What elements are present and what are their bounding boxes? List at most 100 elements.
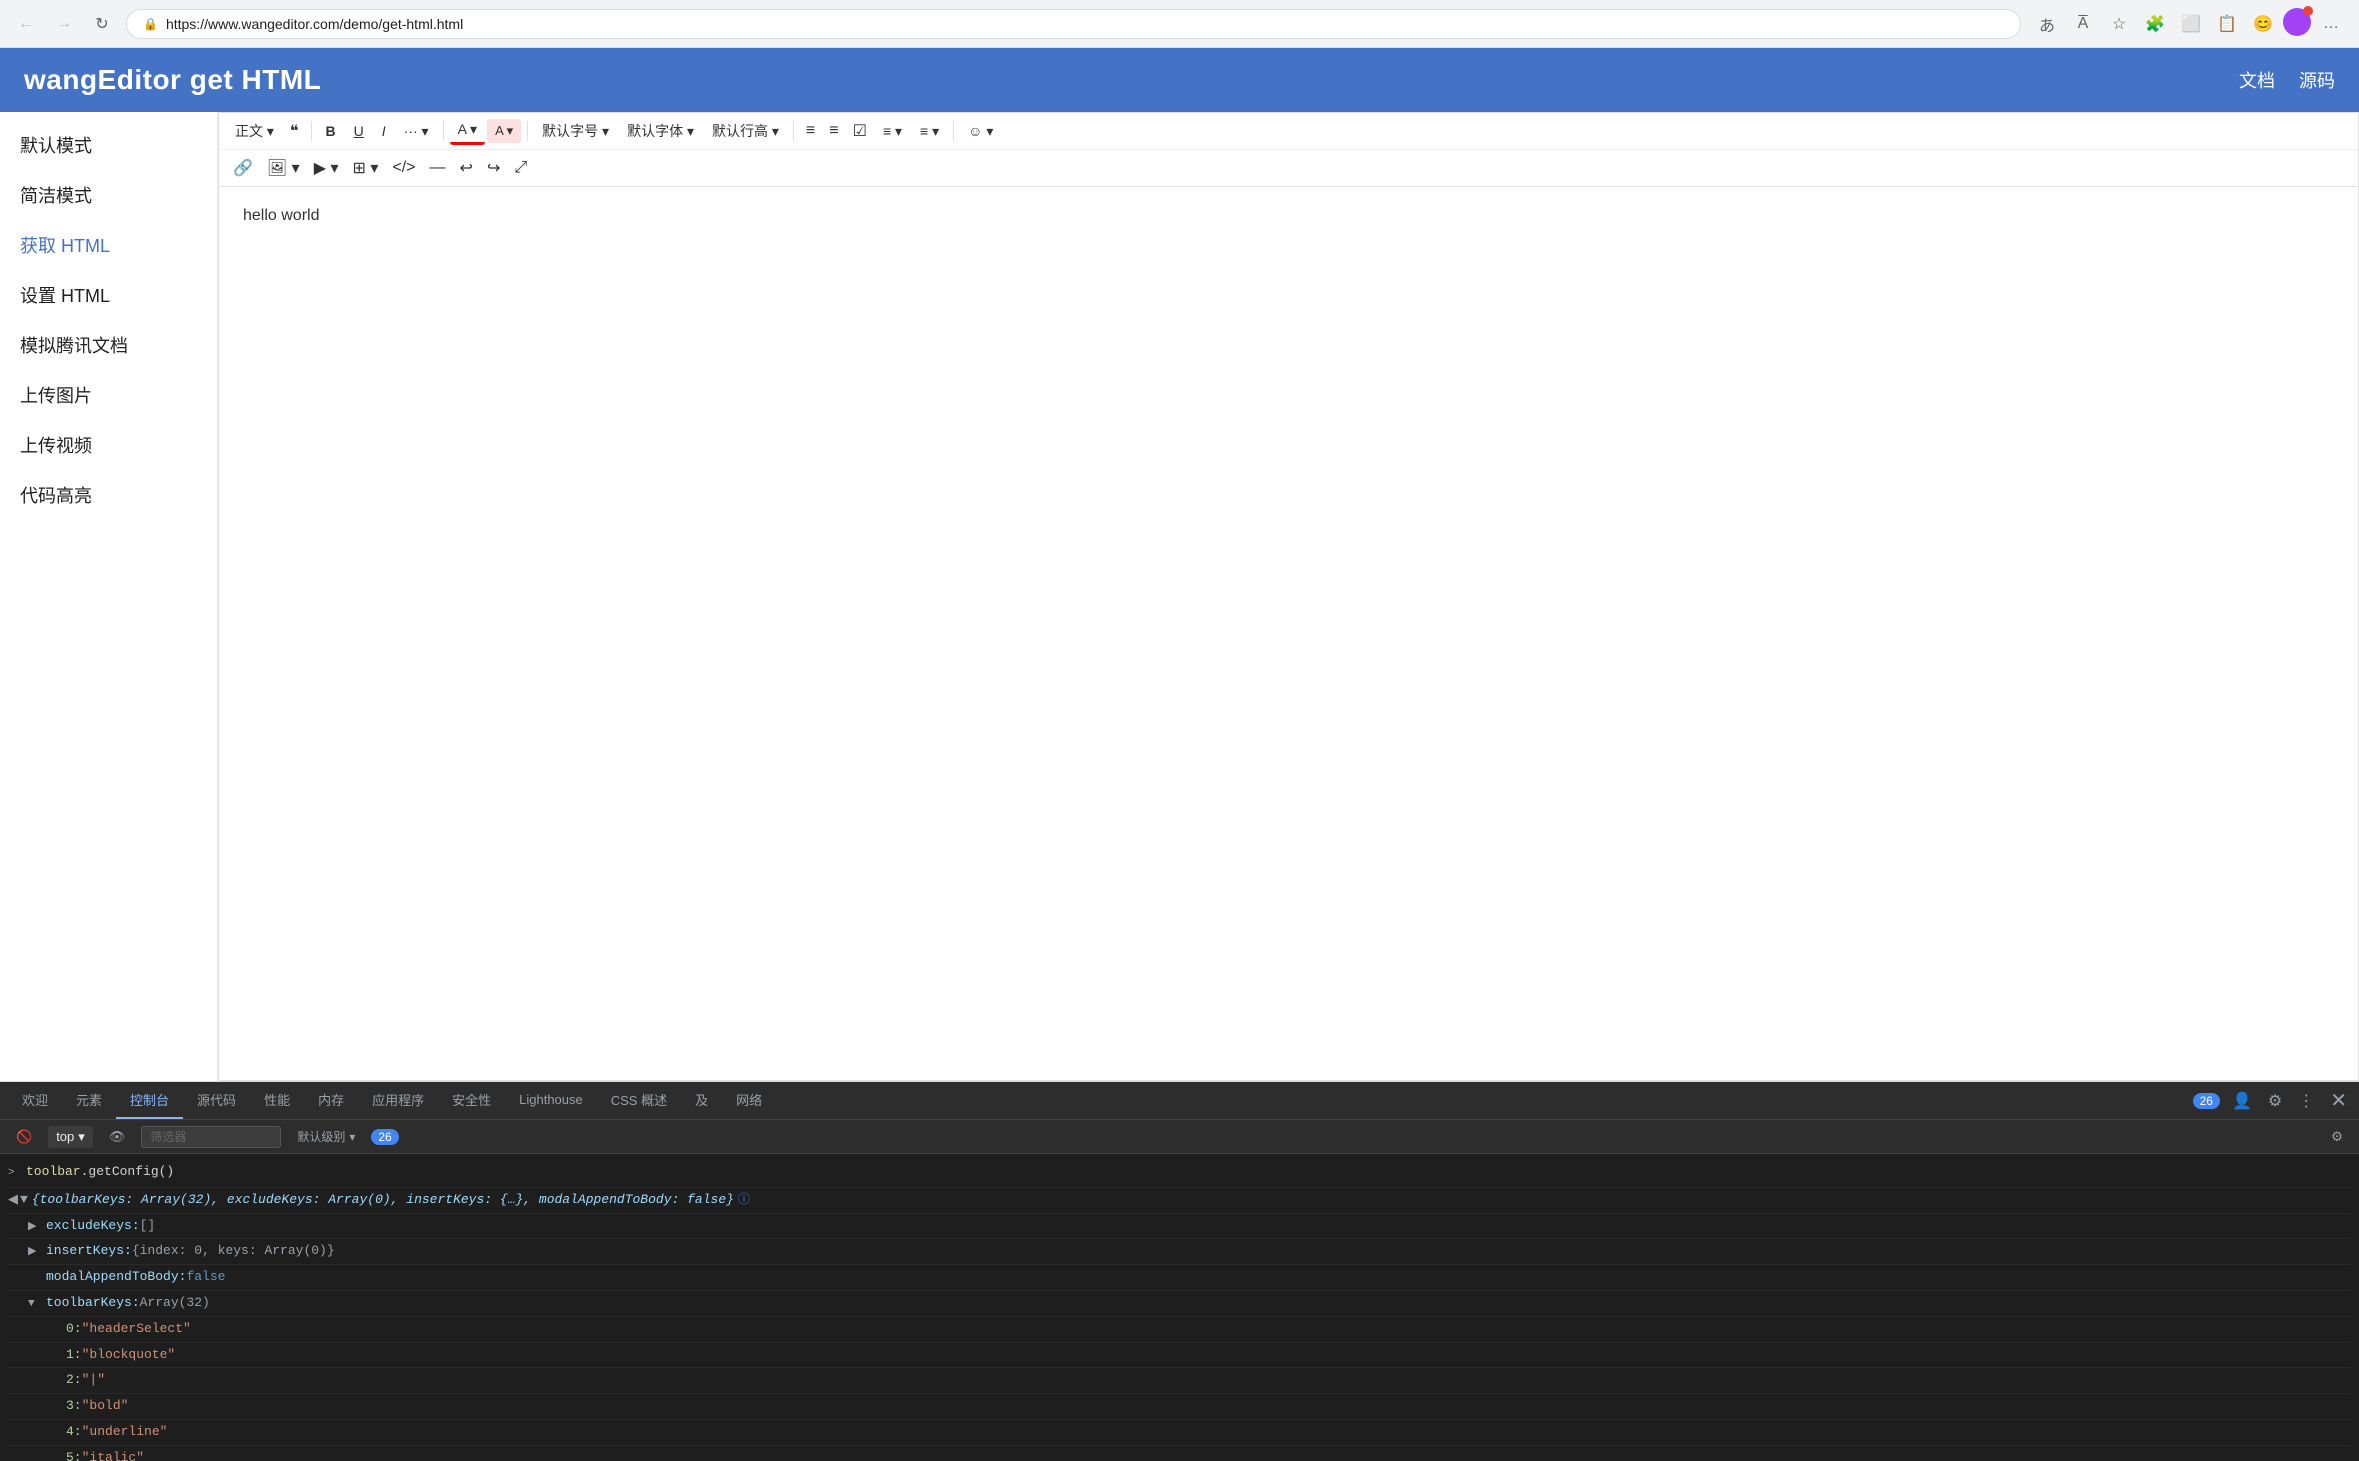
fullscreen-btn[interactable]: ⤢ [508, 155, 533, 181]
unordered-list-btn[interactable]: ≡ [800, 118, 821, 144]
header-links: 文档 源码 [2239, 67, 2335, 93]
fn-toggle[interactable]: > [8, 1165, 22, 1183]
collapse-toggle[interactable]: ▼ [20, 1190, 28, 1211]
item0-toggle [48, 1322, 62, 1340]
chevron-down-icon: ▾ [78, 1129, 85, 1145]
devtools-level-btn[interactable]: 默认级别 ▾ [289, 1125, 363, 1148]
blockquote-btn[interactable]: ❝ [284, 117, 305, 145]
sidebar-button[interactable]: ⬜ [2175, 8, 2207, 40]
browser-actions: あ A̅ ☆ 🧩 ⬜ 📋 😊 … [2031, 8, 2347, 40]
table-btn[interactable]: ⊞ ▾ [347, 154, 385, 182]
devtools-tab-console[interactable]: 控制台 [116, 1082, 183, 1119]
divider-btn[interactable]: — [424, 155, 452, 181]
extensions-button[interactable]: 🧩 [2139, 8, 2171, 40]
collections-button[interactable]: 📋 [2211, 8, 2243, 40]
sidebar-item-get-html[interactable]: 获取 HTML [0, 220, 217, 270]
sidebar-item-tencent-doc[interactable]: 模拟腾讯文档 [0, 320, 217, 370]
profile-button[interactable] [2283, 8, 2311, 36]
video-btn[interactable]: ▶ ▾ [308, 154, 345, 182]
sidebar-item-code-highlight[interactable]: 代码高亮 [0, 470, 217, 520]
devtools-tab-security[interactable]: 安全性 [438, 1082, 505, 1119]
translate-button[interactable]: あ [2031, 8, 2063, 40]
devtools-more-icon[interactable]: ⋮ [2294, 1087, 2318, 1115]
devtools: 欢迎 元素 控制台 源代码 性能 内存 应用程序 安全性 Lighthouse … [0, 1081, 2359, 1461]
info-icon[interactable]: ⓘ [738, 1191, 750, 1210]
line-height-select[interactable]: 默认行高 ▾ [704, 117, 787, 145]
item3-val: "bold" [82, 1396, 129, 1417]
item0-val: "headerSelect" [82, 1319, 191, 1340]
item4-val: "underline" [82, 1422, 168, 1443]
source-link[interactable]: 源码 [2299, 67, 2335, 93]
doc-link[interactable]: 文档 [2239, 67, 2275, 93]
devtools-clear-btn[interactable]: 🚫 [8, 1126, 40, 1148]
font-size-select[interactable]: 默认字号 ▾ [534, 117, 617, 145]
item3-toggle [48, 1399, 62, 1417]
item3-idx: 3: [66, 1396, 82, 1417]
devtools-add-btn[interactable]: top ▾ [48, 1126, 93, 1148]
bold-btn[interactable]: B [318, 119, 344, 143]
sep4 [793, 121, 794, 141]
insertkeys-toggle[interactable]: ▶ [28, 1244, 42, 1262]
sidebar-item-upload-image[interactable]: 上传图片 [0, 370, 217, 420]
console-line-result: ◀ ▼ {toolbarKeys: Array(32), excludeKeys… [8, 1188, 2351, 1214]
toolbarkeys-toggle[interactable]: ▼ [28, 1296, 42, 1314]
image-btn[interactable]: 🖼 ▾ [261, 154, 306, 182]
reload-button[interactable]: ↻ [88, 10, 116, 38]
devtools-close-icon[interactable]: ✕ [2326, 1084, 2351, 1117]
devtools-tab-network[interactable]: 网络 [722, 1082, 776, 1119]
devtools-tab-and[interactable]: 及 [681, 1082, 722, 1119]
favorite-button[interactable]: ☆ [2103, 8, 2135, 40]
devtools-tab-sources[interactable]: 源代码 [183, 1082, 250, 1119]
devtools-count-badge: 26 [2193, 1093, 2220, 1109]
sidebar-item-upload-video[interactable]: 上传视频 [0, 420, 217, 470]
devtools-tab-lighthouse[interactable]: Lighthouse [505, 1084, 597, 1117]
forward-button[interactable]: → [50, 10, 78, 38]
bg-color-btn[interactable]: A ▾ [487, 119, 521, 143]
sidebar-item-default-mode[interactable]: 默认模式 [0, 120, 217, 170]
font-color-btn[interactable]: A ▾ [450, 117, 485, 145]
devtools-tab-application[interactable]: 应用程序 [358, 1082, 438, 1119]
toolbar: 正文 ▾ ❝ B U I ··· ▾ A ▾ A ▾ 默认字号 ▾ 默认字体 ▾… [219, 113, 2358, 187]
devtools-tab-elements[interactable]: 元素 [62, 1082, 116, 1119]
emoji-btn[interactable]: ☺ ▾ [960, 119, 1001, 144]
undo-btn[interactable]: ↩ [454, 154, 479, 182]
todo-list-btn[interactable]: ☑ [847, 117, 873, 145]
devtools-tab-performance[interactable]: 性能 [250, 1082, 304, 1119]
heading-select[interactable]: 正文 ▾ [227, 117, 282, 145]
page-title: wangEditor get HTML [24, 64, 321, 96]
sidebar-item-set-html[interactable]: 设置 HTML [0, 270, 217, 320]
ordered-list-btn[interactable]: ≡ [823, 118, 844, 144]
devtools-tab-css-overview[interactable]: CSS 概述 [597, 1082, 681, 1119]
align-btn[interactable]: ≡ ▾ [875, 119, 910, 144]
devtools-settings-icon[interactable]: ⚙ [2264, 1087, 2286, 1115]
more-style-btn[interactable]: ··· ▾ [396, 119, 437, 144]
link-btn[interactable]: 🔗 [227, 154, 259, 182]
redo-btn[interactable]: ↪ [481, 154, 506, 182]
item5-val: "italic" [82, 1448, 144, 1461]
toolbar-row-1: 正文 ▾ ❝ B U I ··· ▾ A ▾ A ▾ 默认字号 ▾ 默认字体 ▾… [219, 113, 2358, 150]
underline-btn[interactable]: U [346, 119, 372, 143]
excludekeys-toggle[interactable]: ▶ [28, 1219, 42, 1237]
code-btn[interactable]: </> [386, 155, 421, 181]
devtools-person-icon[interactable]: 👤 [2228, 1087, 2256, 1115]
devtools-console-settings-btn[interactable]: ⚙ [2323, 1123, 2351, 1151]
indent-btn[interactable]: ≡ ▾ [912, 119, 947, 144]
devtools-eye-btn[interactable]: 👁 [101, 1126, 134, 1148]
profile-icon-button[interactable]: 😊 [2247, 8, 2279, 40]
more-button[interactable]: … [2315, 8, 2347, 40]
back-button[interactable]: ← [12, 10, 40, 38]
editor-content[interactable]: hello world [219, 187, 2358, 1080]
insertkeys-val: {index: 0, keys: Array(0)} [132, 1241, 335, 1262]
italic-btn[interactable]: I [374, 119, 394, 143]
devtools-tabs-bar: 欢迎 元素 控制台 源代码 性能 内存 应用程序 安全性 Lighthouse … [0, 1082, 2359, 1120]
console-line-4: 4: "underline" [8, 1420, 2351, 1446]
main-layout: 默认模式 简洁模式 获取 HTML 设置 HTML 模拟腾讯文档 上传图片 上传… [0, 112, 2359, 1081]
devtools-tab-welcome[interactable]: 欢迎 [8, 1082, 62, 1119]
devtools-tab-memory[interactable]: 内存 [304, 1082, 358, 1119]
font-family-select[interactable]: 默认字体 ▾ [619, 117, 702, 145]
sidebar-item-simple-mode[interactable]: 简洁模式 [0, 170, 217, 220]
reader-button[interactable]: A̅ [2067, 8, 2099, 40]
editor-text: hello world [243, 207, 2334, 225]
devtools-filter-input[interactable] [141, 1126, 281, 1148]
top-label: top [56, 1129, 74, 1144]
